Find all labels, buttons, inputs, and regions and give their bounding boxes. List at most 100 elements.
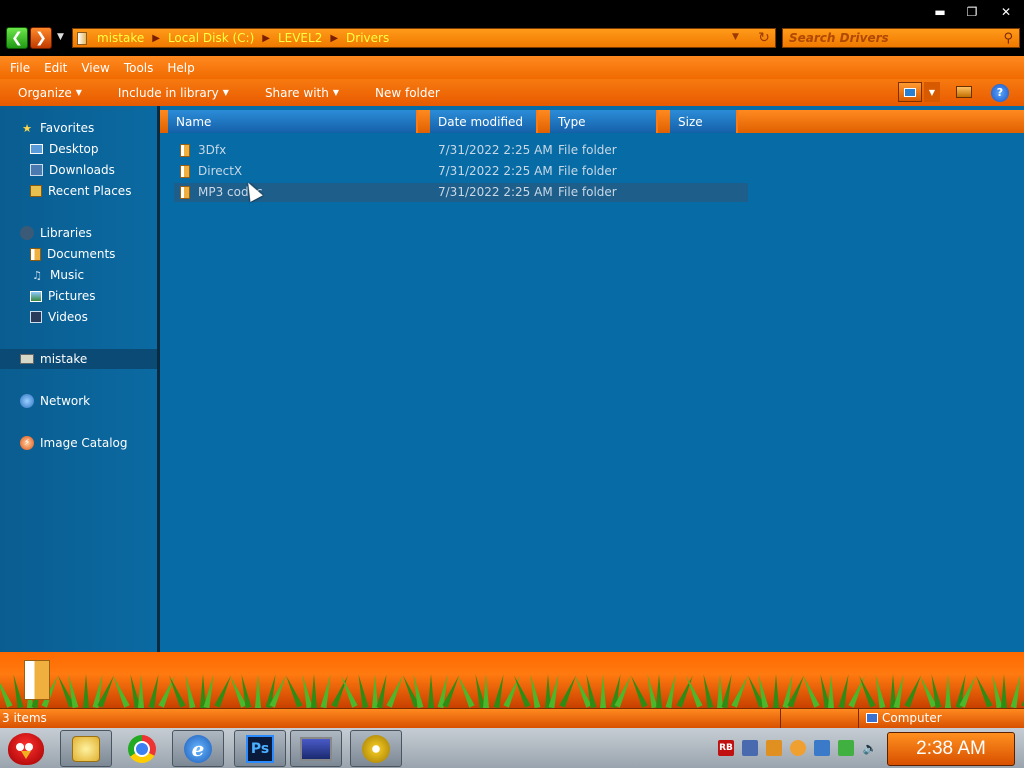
grass-decoration <box>655 674 662 708</box>
file-date: 7/31/2022 2:25 AM <box>438 164 553 178</box>
tray-app-icon[interactable] <box>742 740 758 756</box>
arrow-left-icon: ❮ <box>11 30 23 46</box>
recent-pages-dropdown[interactable]: ▼ <box>57 32 64 42</box>
network-tray-icon[interactable] <box>838 740 854 756</box>
address-bar[interactable]: mistake ▶ Local Disk (C:) ▶ LEVEL2 ▶ Dri… <box>72 28 776 48</box>
address-dropdown-icon[interactable]: ▼ <box>732 32 746 44</box>
breadcrumb-separator-icon[interactable]: ▶ <box>152 33 160 44</box>
media-player-icon <box>300 736 332 761</box>
taskbar-photoshop[interactable]: Ps <box>234 730 286 767</box>
status-divider <box>780 709 781 729</box>
chevron-down-icon: ▼ <box>332 88 339 97</box>
view-options-dropdown[interactable]: ▼ <box>924 82 940 102</box>
tray-app-icon[interactable] <box>766 740 782 756</box>
search-box[interactable]: ⚲ <box>782 28 1020 48</box>
breadcrumb-separator-icon[interactable]: ▶ <box>330 33 338 44</box>
nav-music[interactable]: ♫ Music <box>30 266 84 284</box>
folder-icon <box>77 31 87 45</box>
recent-places-icon <box>30 185 42 197</box>
search-tray-icon[interactable] <box>790 740 806 756</box>
grass-decoration <box>772 674 779 708</box>
downloads-icon <box>30 164 43 176</box>
file-name: 3Dfx <box>198 143 227 157</box>
nav-image-catalog[interactable]: ⚡ Image Catalog <box>20 434 127 452</box>
taskbar-dvd[interactable] <box>350 730 402 767</box>
grass-decoration <box>627 674 648 708</box>
refresh-icon[interactable]: ↻ <box>756 30 772 46</box>
file-row[interactable]: 3Dfx 7/31/2022 2:25 AM File folder <box>174 141 748 160</box>
back-button[interactable]: ❮ <box>6 27 28 49</box>
include-in-library-button[interactable]: Include in library ▼ <box>118 86 229 100</box>
nav-videos[interactable]: Videos <box>30 308 88 326</box>
grass-decoration <box>972 674 993 708</box>
taskbar-media[interactable] <box>290 730 342 767</box>
minimize-button[interactable]: ▬ <box>926 3 954 20</box>
nav-documents[interactable]: Documents <box>30 245 115 263</box>
music-icon: ♫ <box>32 268 42 282</box>
nav-desktop[interactable]: Desktop <box>30 140 99 158</box>
share-with-label: Share with <box>264 85 329 100</box>
nav-label: Pictures <box>48 289 96 303</box>
file-row[interactable]: DirectX 7/31/2022 2:25 AM File folder <box>174 162 748 181</box>
volume-icon[interactable]: 🔈 <box>862 740 878 756</box>
desktop-icon <box>30 144 43 154</box>
menu-tools[interactable]: Tools <box>124 61 154 75</box>
nav-pictures[interactable]: Pictures <box>30 287 96 305</box>
forward-button[interactable]: ❯ <box>30 27 52 49</box>
folder-icon <box>180 165 190 178</box>
nav-computer[interactable]: mistake <box>20 350 87 368</box>
grass-decoration <box>82 674 89 708</box>
nav-label: Recent Places <box>48 184 132 198</box>
nav-libraries[interactable]: Libraries <box>20 224 92 242</box>
computer-icon <box>866 713 878 723</box>
grass-decoration <box>828 674 834 708</box>
grass-decoration <box>945 674 951 708</box>
preview-pane-button[interactable] <box>956 86 972 98</box>
grass-decoration <box>1000 674 1007 708</box>
menu-help[interactable]: Help <box>167 61 194 75</box>
dvd-icon <box>362 734 390 763</box>
rb-tray-icon[interactable]: RB <box>718 740 734 756</box>
nav-label: Documents <box>47 247 116 261</box>
column-header-name[interactable]: Name <box>168 110 418 133</box>
file-type: File folder <box>558 164 617 178</box>
search-icon[interactable]: ⚲ <box>1003 31 1013 46</box>
nav-network[interactable]: Network <box>20 392 90 410</box>
column-header-type[interactable]: Type <box>550 110 658 133</box>
clock[interactable]: 2:38 AM <box>887 732 1015 766</box>
menu-view[interactable]: View <box>81 61 109 75</box>
close-button[interactable]: ✕ <box>992 3 1020 20</box>
breadcrumb-item[interactable]: Local Disk (C:) <box>168 31 254 45</box>
nav-recent-places[interactable]: Recent Places <box>30 182 131 200</box>
share-with-button[interactable]: Share with ▼ <box>265 86 339 100</box>
maximize-button[interactable]: ❐ <box>958 3 986 20</box>
breadcrumb-item[interactable]: Drivers <box>346 31 389 45</box>
start-button[interactable] <box>2 729 50 768</box>
network-icon <box>20 394 34 408</box>
new-folder-button[interactable]: New folder <box>375 86 440 100</box>
organize-button[interactable]: Organize ▼ <box>18 86 82 100</box>
nav-label: Music <box>50 268 85 282</box>
breadcrumb-separator-icon[interactable]: ▶ <box>262 33 270 44</box>
change-view-button[interactable] <box>898 82 922 102</box>
tray-app-icon[interactable] <box>814 740 830 756</box>
videos-icon <box>30 311 42 323</box>
taskbar-internet-explorer[interactable]: e <box>172 730 224 767</box>
column-header-date-modified[interactable]: Date modified <box>430 110 538 133</box>
column-header-size[interactable]: Size <box>670 110 738 133</box>
breadcrumb-item[interactable]: LEVEL2 <box>278 31 322 45</box>
search-input[interactable] <box>783 31 983 45</box>
nav-downloads[interactable]: Downloads <box>30 161 115 179</box>
nav-label: Downloads <box>49 163 115 177</box>
menu-file[interactable]: File <box>10 61 30 75</box>
libraries-icon <box>20 226 34 240</box>
breadcrumb-item[interactable]: mistake <box>97 31 144 45</box>
menu-edit[interactable]: Edit <box>44 61 67 75</box>
help-button[interactable]: ? <box>991 84 1009 102</box>
nav-label: mistake <box>40 352 88 366</box>
file-type: File folder <box>558 143 617 157</box>
system-tray: RB 🔈 <box>718 739 886 757</box>
nav-favorites[interactable]: ★ Favorites <box>20 119 94 137</box>
taskbar-chrome[interactable] <box>116 730 168 767</box>
taskbar-explorer[interactable] <box>60 730 112 767</box>
